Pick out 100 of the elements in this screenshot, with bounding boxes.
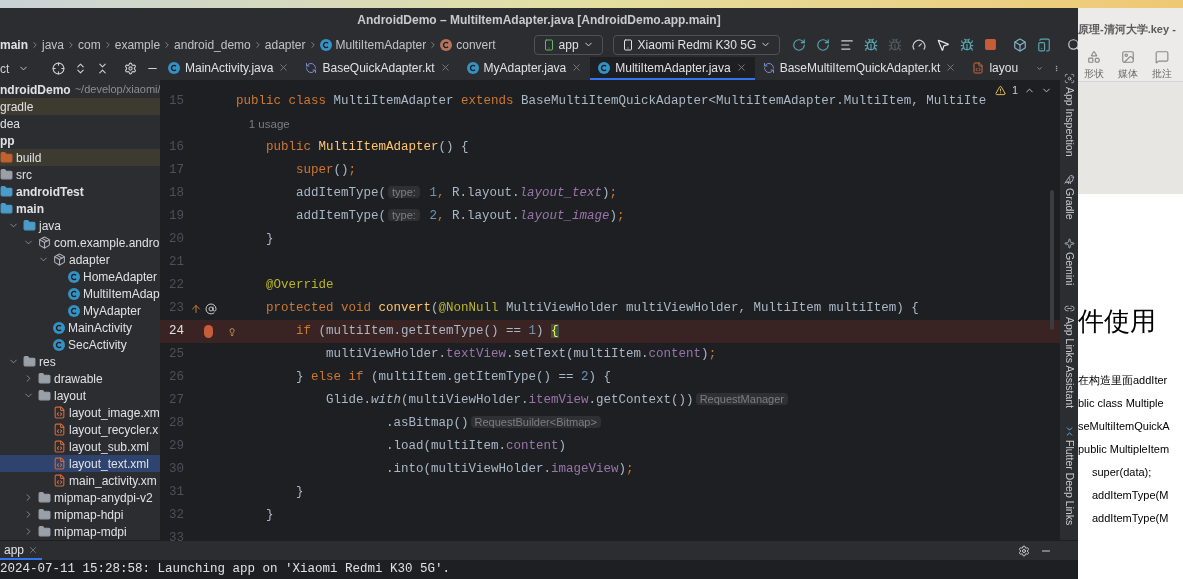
tree-item[interactable]: androidTest <box>0 183 160 200</box>
close-icon[interactable] <box>735 62 747 73</box>
tree-item[interactable]: MultiItemAdap <box>0 285 160 302</box>
annotation-icon[interactable] <box>205 302 217 315</box>
editor-tab[interactable]: MyAdapter.java <box>458 57 591 80</box>
lines-icon[interactable] <box>840 37 855 52</box>
tree-item[interactable]: dea <box>0 115 160 132</box>
comment-icon <box>1155 50 1169 64</box>
slide-text: seMultiItemQuickA <box>1078 419 1171 434</box>
tree-item[interactable]: layout_image.xm <box>0 404 160 421</box>
rerun-icon[interactable] <box>792 37 807 52</box>
tree-item[interactable]: pp <box>0 132 160 149</box>
tree-item[interactable]: main <box>0 200 160 217</box>
toolbar-button[interactable]: 形状 <box>1084 50 1104 81</box>
tree-item[interactable]: mipmap-mdpi <box>0 523 160 540</box>
tree-item-label: layout_sub.xml <box>69 438 150 456</box>
tree-item[interactable]: src <box>0 166 160 183</box>
editor-tab[interactable]: BaseMultiItemQuickAdapter.kt <box>754 57 965 80</box>
tool-window-button[interactable]: Gemini <box>1061 252 1077 286</box>
folder-icon <box>38 372 51 385</box>
tree-item[interactable]: layout <box>0 387 160 404</box>
tool-window-button[interactable]: Flutter Deep Links <box>1061 440 1077 526</box>
settings-icon[interactable] <box>124 62 138 75</box>
slide-text: public MultipleItem <box>1078 442 1171 457</box>
editor-tab[interactable]: MainActivity.java <box>160 57 298 80</box>
tree-item[interactable]: SecActivity <box>0 336 160 353</box>
usage-hint[interactable]: 1 usage <box>236 115 290 134</box>
tree-item[interactable]: adapter <box>0 251 160 268</box>
layout-file-icon <box>53 457 66 470</box>
stop-icon[interactable] <box>984 38 998 51</box>
tree-item[interactable]: MainActivity <box>0 319 160 336</box>
folder-icon <box>0 202 13 215</box>
tree-item-label: layout_text.xml <box>69 455 150 473</box>
tree-item[interactable]: ndroidDemo ~/develop/xiaomi/ <box>0 81 160 98</box>
code-line: multiViewHolder.textView.setText(multiItem.content); <box>325 346 717 364</box>
folder-icon <box>38 389 51 402</box>
locate-icon[interactable] <box>52 62 66 75</box>
editor-tab[interactable]: layou <box>964 57 1027 80</box>
tree-item[interactable]: gradle <box>0 98 160 115</box>
settings-icon[interactable] <box>1018 544 1030 557</box>
folder-icon <box>38 491 51 504</box>
tree-item[interactable]: mipmap-hdpi <box>0 506 160 523</box>
code-line: } <box>265 507 274 525</box>
code-line: } <box>295 484 304 502</box>
close-icon[interactable] <box>28 544 39 555</box>
tree-item-label: adapter <box>69 251 110 269</box>
tree-item[interactable]: drawable <box>0 370 160 387</box>
breadcrumb[interactable]: main <box>0 35 28 54</box>
bug-icon[interactable] <box>864 37 879 52</box>
close-icon[interactable] <box>278 62 290 73</box>
apply-changes-icon[interactable] <box>816 37 831 52</box>
tree-item[interactable]: res <box>0 353 160 370</box>
warning-count: 1 <box>1011 83 1018 98</box>
tree-item-label: main_activity.xm <box>69 472 157 490</box>
tree-item[interactable]: main_activity.xm <box>0 472 160 489</box>
project-view-label[interactable]: ct <box>0 59 10 78</box>
lightbulb-icon[interactable] <box>227 325 236 338</box>
tool-window-button[interactable]: App Inspection <box>1061 87 1077 157</box>
editor-tab[interactable]: BaseQuickAdapter.kt <box>297 57 459 80</box>
class-icon <box>466 61 479 74</box>
tree-item[interactable]: java <box>0 217 160 234</box>
problems-indicator[interactable]: 1 <box>994 82 1052 99</box>
tree-item-label: mipmap-mdpi <box>54 523 127 540</box>
tree-item[interactable]: HomeAdapter <box>0 268 160 285</box>
tree-item[interactable]: MyAdapter <box>0 302 160 319</box>
phone-icon[interactable] <box>1037 37 1052 52</box>
device-dropdown[interactable]: Xiaomi Redmi K30 5G <box>612 34 781 55</box>
breakpoint-icon[interactable] <box>204 325 213 338</box>
editor-tab[interactable]: MultiItemAdapter.java <box>590 57 755 80</box>
tree-item-label: build <box>16 149 42 167</box>
close-icon[interactable] <box>571 62 583 73</box>
breadcrumb[interactable]: adapter <box>264 35 306 54</box>
run-config-dropdown[interactable]: app <box>533 34 603 55</box>
breadcrumb[interactable]: example <box>114 35 161 54</box>
tool-window-button[interactable]: App Links Assistant <box>1061 317 1077 409</box>
tree-item[interactable]: layout_sub.xml <box>0 438 160 455</box>
breadcrumb[interactable]: com <box>78 35 101 54</box>
tree-item[interactable]: layout_recycler.x <box>0 421 160 438</box>
code-line: super(); <box>295 162 357 180</box>
breadcrumb[interactable]: convert <box>440 35 496 54</box>
tree-item[interactable]: layout_text.xml <box>0 455 160 472</box>
tree-item-label: MainActivity <box>68 319 132 337</box>
folder-icon <box>38 508 51 521</box>
toolbar-button[interactable]: 媒体 <box>1118 50 1138 81</box>
close-icon[interactable] <box>945 62 957 73</box>
tree-item[interactable]: build <box>0 149 160 166</box>
breadcrumb[interactable]: android_demo <box>174 35 251 54</box>
tree-item[interactable]: mipmap-anydpi-v2 <box>0 489 160 506</box>
close-icon[interactable] <box>439 62 451 73</box>
bug-icon[interactable] <box>960 37 975 52</box>
slide-text: addItemType(M <box>1091 511 1170 526</box>
gauge-icon[interactable] <box>912 37 927 52</box>
code-line: @Override <box>265 277 334 295</box>
tool-window-button[interactable]: Gradle <box>1061 188 1077 220</box>
breadcrumb[interactable]: java <box>42 35 65 54</box>
tree-item[interactable]: com.example.andro <box>0 234 160 251</box>
toolbar-button[interactable]: 批注 <box>1152 50 1172 81</box>
breadcrumb[interactable]: MultiItemAdapter <box>319 35 427 54</box>
folder-icon <box>23 219 36 232</box>
code-line: .into(multiViewHolder.imageView); <box>385 461 634 479</box>
